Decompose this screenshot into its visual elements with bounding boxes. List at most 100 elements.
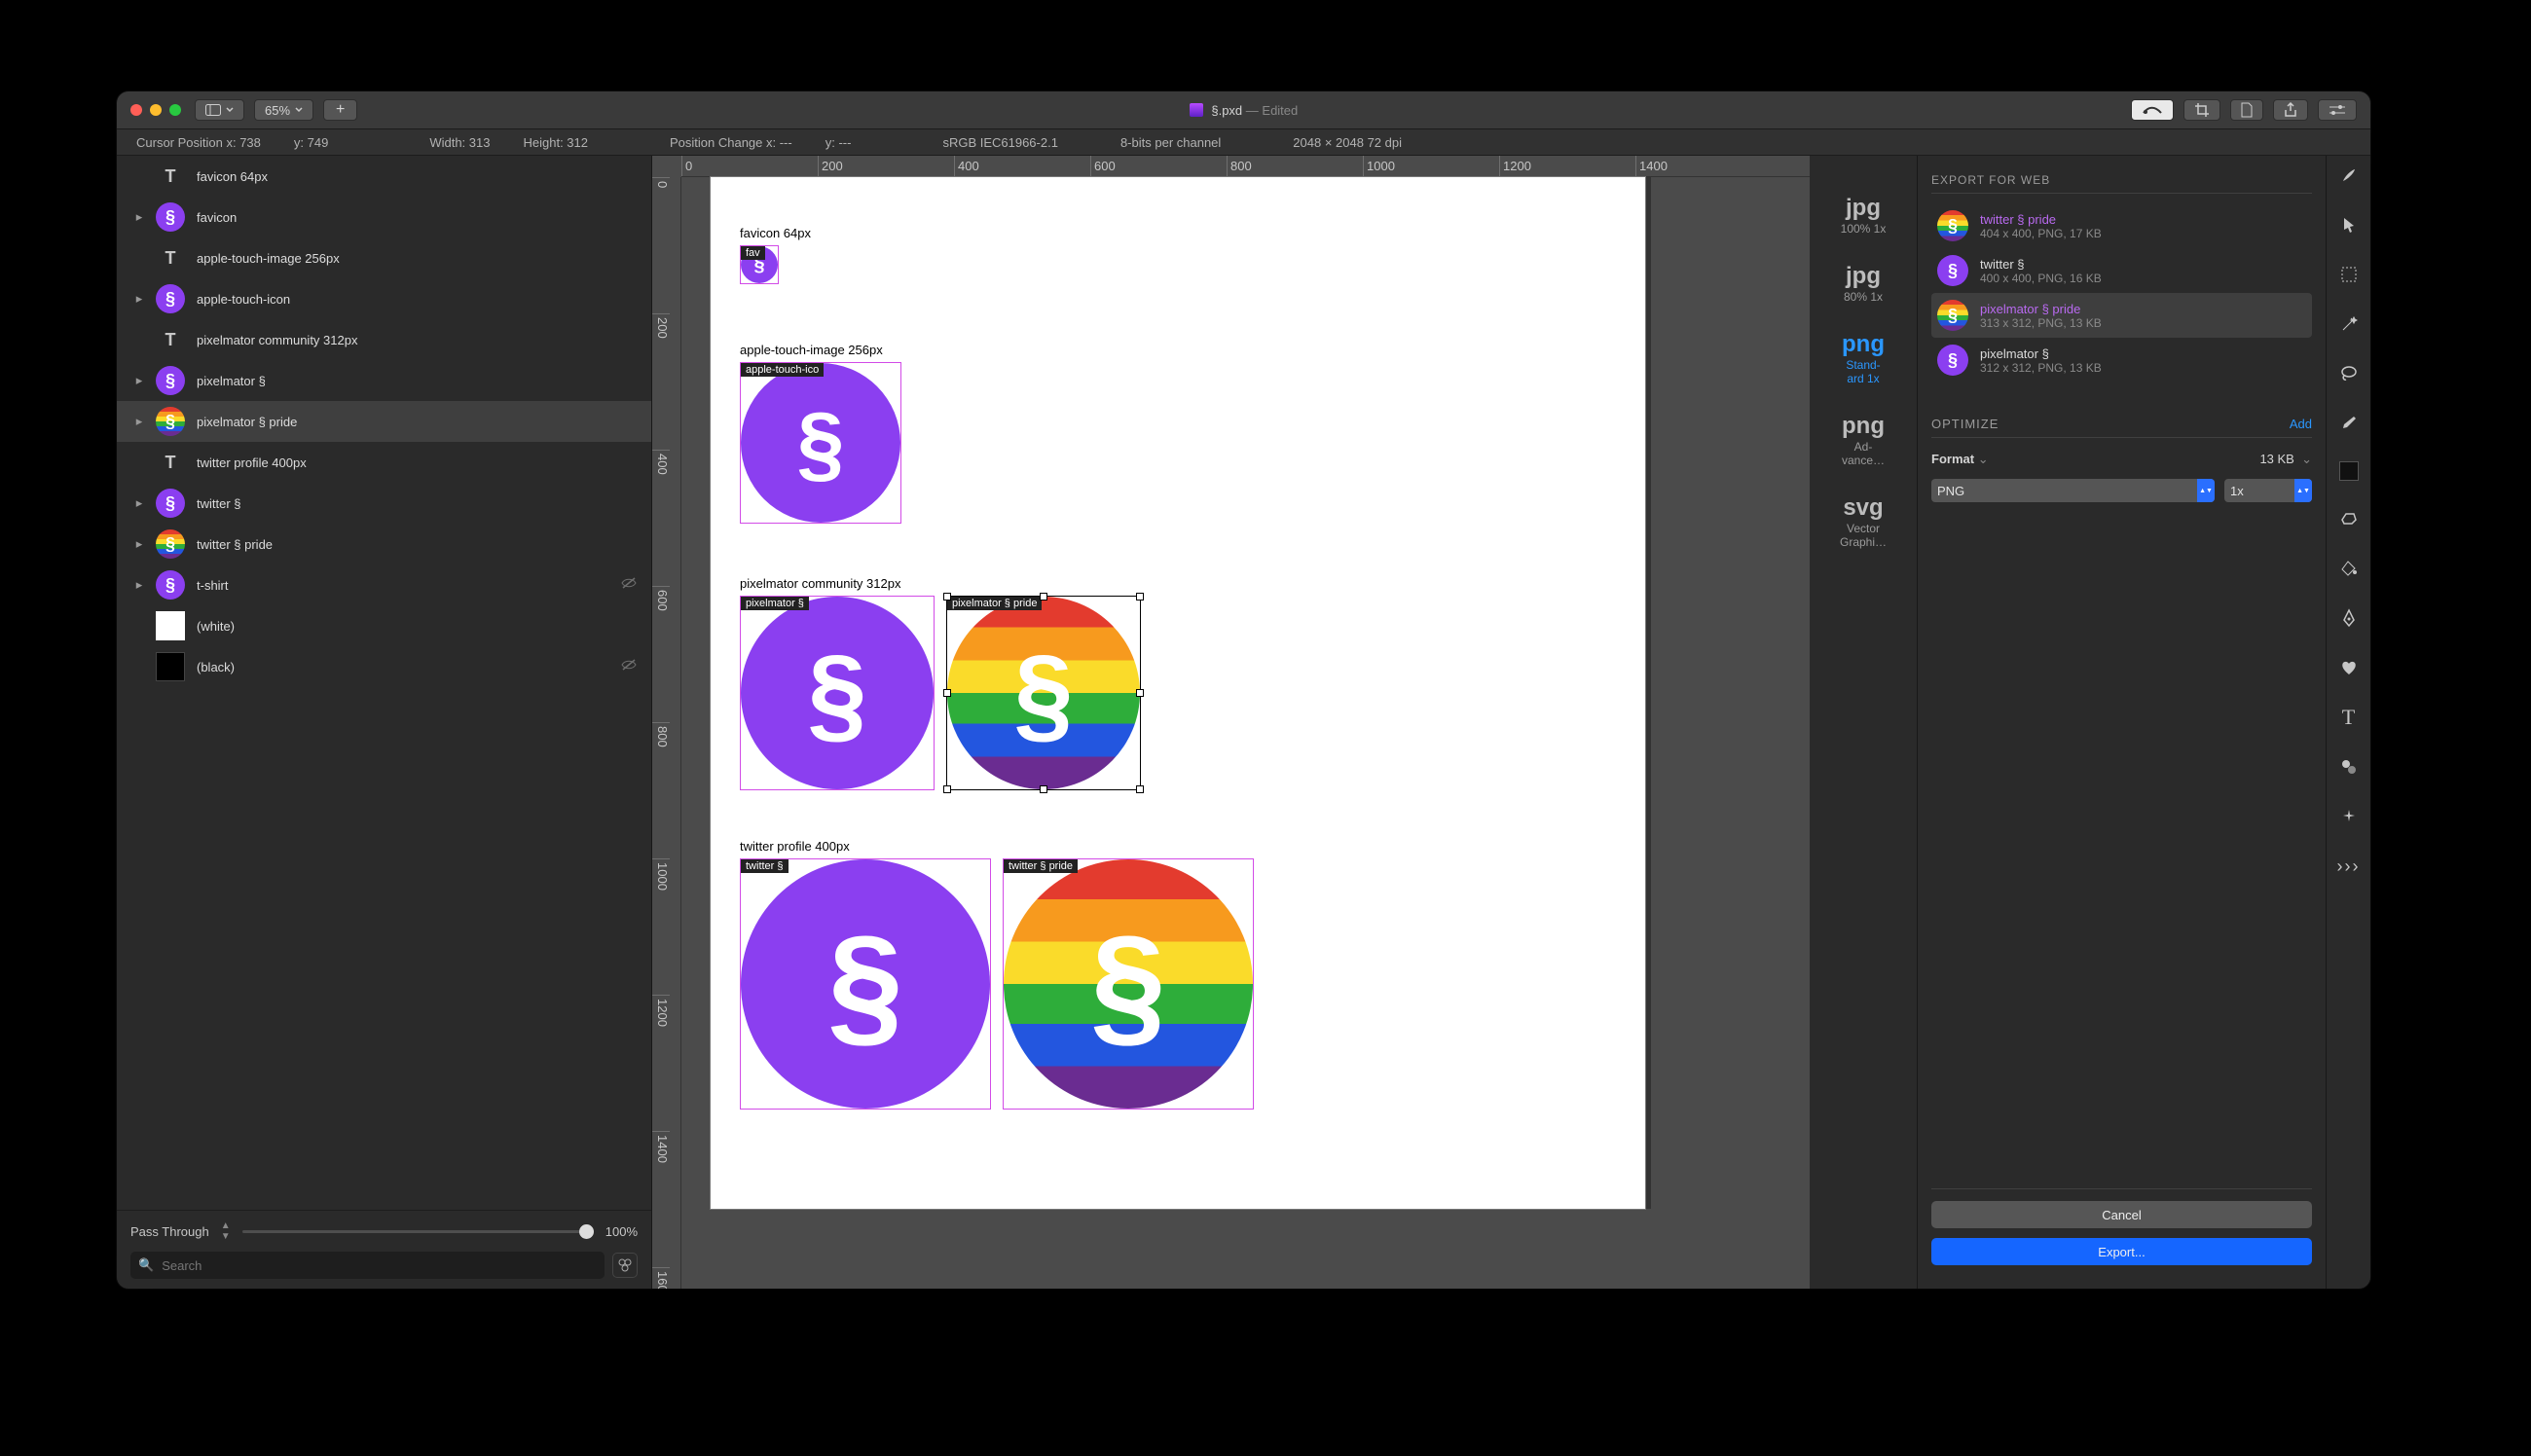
- layer-row[interactable]: ▸§apple-touch-icon: [117, 278, 651, 319]
- updown-icon[interactable]: ▲▼: [221, 1220, 231, 1242]
- search-input[interactable]: [162, 1258, 597, 1273]
- cancel-button[interactable]: Cancel: [1931, 1201, 2312, 1228]
- add-button[interactable]: +: [323, 99, 357, 121]
- blend-mode-label[interactable]: Pass Through: [130, 1224, 209, 1239]
- export-item[interactable]: §twitter § pride404 x 400, PNG, 17 KB: [1931, 203, 2312, 248]
- slice-pixelmator[interactable]: § pixelmator §: [740, 596, 935, 790]
- hidden-icon[interactable]: [620, 658, 638, 676]
- format-select[interactable]: PNG ▲▼: [1931, 479, 2215, 502]
- layer-row[interactable]: (black): [117, 646, 651, 687]
- color-well[interactable]: [2339, 461, 2359, 481]
- disclose-icon[interactable]: ▸: [134, 291, 144, 307]
- pen-tool[interactable]: [2337, 606, 2361, 630]
- format-preset[interactable]: pngAd- vance…: [1810, 413, 1917, 467]
- layer-row[interactable]: ▸§favicon: [117, 197, 651, 237]
- opacity-slider[interactable]: [242, 1230, 594, 1233]
- export-name: twitter §: [1980, 257, 2102, 272]
- layer-row[interactable]: ▸ § pixelmator § pride: [117, 401, 651, 442]
- shapes-icon: [2340, 758, 2358, 776]
- wand-tool[interactable]: [2337, 312, 2361, 336]
- export-name: pixelmator § pride: [1980, 302, 2102, 316]
- slice-favicon[interactable]: § fav: [740, 245, 779, 284]
- layer-row[interactable]: Ttwitter profile 400px: [117, 442, 651, 483]
- document-button[interactable]: [2230, 99, 2263, 121]
- disclose-icon[interactable]: ▸: [134, 209, 144, 225]
- move-tool[interactable]: [2337, 213, 2361, 237]
- layer-row[interactable]: Tfavicon 64px: [117, 156, 651, 197]
- format-name: png: [1810, 413, 1917, 440]
- slice-apple-touch[interactable]: § apple-touch-ico: [740, 362, 901, 524]
- layer-list[interactable]: Tfavicon 64px▸§faviconTapple-touch-image…: [117, 156, 651, 1210]
- export-item[interactable]: §pixelmator §312 x 312, PNG, 13 KB: [1931, 338, 2312, 382]
- format-preset[interactable]: pngStand- ard 1x: [1810, 331, 1917, 385]
- format-preset[interactable]: jpg100% 1x: [1810, 195, 1917, 236]
- layer-label: pixelmator § pride: [197, 415, 297, 429]
- layer-thumb: §: [156, 407, 185, 436]
- layer-row[interactable]: Tpixelmator community 312px: [117, 319, 651, 360]
- scale-select[interactable]: 1x ▲▼: [2224, 479, 2312, 502]
- expand-button[interactable]: ›››: [2337, 855, 2361, 878]
- format-preset[interactable]: jpg80% 1x: [1810, 263, 1917, 304]
- chevron-down-icon[interactable]: ⌄: [2301, 452, 2312, 466]
- layer-label: t-shirt: [197, 578, 229, 593]
- sidebar-toggle-button[interactable]: [195, 99, 244, 121]
- layer-row[interactable]: ▸§t-shirt: [117, 564, 651, 605]
- slice-twitter-pride[interactable]: § twitter § pride: [1003, 858, 1254, 1110]
- sparkle-tool[interactable]: [2337, 805, 2361, 828]
- format-preset[interactable]: svgVector Graphi…: [1810, 494, 1917, 549]
- add-preset-link[interactable]: Add: [2290, 417, 2312, 431]
- export-item[interactable]: §twitter §400 x 400, PNG, 16 KB: [1931, 248, 2312, 293]
- eraser-tool[interactable]: [2337, 507, 2361, 530]
- zoom-level-label: 65%: [265, 103, 290, 118]
- heart-tool[interactable]: [2337, 656, 2361, 679]
- canvas-area[interactable]: 0200400600800100012001400 02004006008001…: [652, 156, 1810, 1289]
- lasso-tool[interactable]: [2337, 362, 2361, 385]
- disclose-icon[interactable]: ▸: [134, 536, 144, 552]
- bucket-tool[interactable]: [2337, 557, 2361, 580]
- layer-label: favicon 64px: [197, 169, 268, 184]
- settings-button[interactable]: [2318, 99, 2357, 121]
- crop-button[interactable]: [2183, 99, 2220, 121]
- format-presets: jpg100% 1x jpg80% 1x pngStand- ard 1x pngAd…: [1810, 156, 1917, 1289]
- minimize-icon[interactable]: [150, 104, 162, 116]
- layer-thumb: T: [156, 325, 185, 354]
- slice-pixelmator-pride[interactable]: § pixelmator § pride: [946, 596, 1141, 790]
- layer-row[interactable]: Tapple-touch-image 256px: [117, 237, 651, 278]
- disclose-icon[interactable]: ▸: [134, 373, 144, 388]
- export-thumb: §: [1937, 300, 1968, 331]
- share-button[interactable]: [2273, 99, 2308, 121]
- layer-row[interactable]: (white): [117, 605, 651, 646]
- paint-tool[interactable]: [2337, 164, 2361, 187]
- artboard[interactable]: favicon 64px § fav apple-touch-image 256…: [711, 177, 1645, 1209]
- slice-twitter[interactable]: § twitter §: [740, 858, 991, 1110]
- brush-tool[interactable]: [2337, 412, 2361, 435]
- export-panel: EXPORT FOR WEB §twitter § pride404 x 400…: [1917, 156, 2326, 1289]
- text-tool[interactable]: T: [2337, 706, 2361, 729]
- layer-row[interactable]: ▸§twitter §: [117, 483, 651, 524]
- format-label[interactable]: Format: [1931, 452, 1974, 466]
- zoom-icon[interactable]: [169, 104, 181, 116]
- asset-icon: §: [947, 597, 1140, 789]
- export-button[interactable]: Export...: [1931, 1238, 2312, 1265]
- marquee-tool[interactable]: [2337, 263, 2361, 286]
- zoom-level-button[interactable]: 65%: [254, 99, 313, 121]
- disclose-icon[interactable]: ▸: [134, 495, 144, 511]
- shapes-tool[interactable]: [2337, 755, 2361, 779]
- share-icon: [2284, 102, 2297, 118]
- layer-row[interactable]: ▸§pixelmator §: [117, 360, 651, 401]
- filter-button[interactable]: [612, 1253, 638, 1278]
- pos-dx-label: Position Change x: ---: [670, 135, 792, 150]
- hidden-icon[interactable]: [620, 576, 638, 595]
- export-item[interactable]: §pixelmator § pride313 x 312, PNG, 13 KB: [1931, 293, 2312, 338]
- section-title: pixelmator community 312px: [740, 576, 900, 591]
- document-icon: [1190, 103, 1203, 117]
- layer-row[interactable]: ▸§twitter § pride: [117, 524, 651, 564]
- disclose-icon[interactable]: ▸: [134, 414, 144, 429]
- dimensions-label: 2048 × 2048 72 dpi: [1293, 135, 1402, 150]
- export-mode-button[interactable]: [2131, 99, 2174, 121]
- format-name: png: [1810, 331, 1917, 358]
- disclose-icon[interactable]: ▸: [134, 577, 144, 593]
- layer-search[interactable]: 🔍: [130, 1252, 605, 1279]
- close-icon[interactable]: [130, 104, 142, 116]
- section-title: twitter profile 400px: [740, 839, 850, 854]
